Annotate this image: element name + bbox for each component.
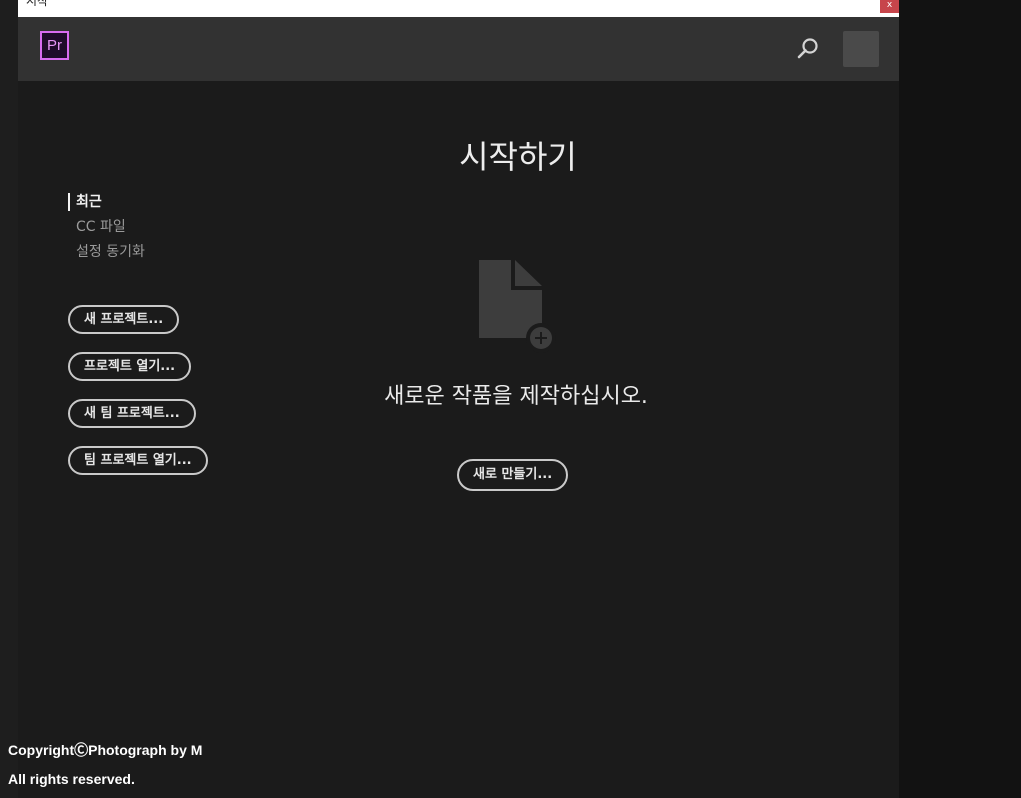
sidebar-item-sync-settings[interactable]: 설정 동기화 (68, 243, 145, 268)
search-icon[interactable] (794, 35, 822, 63)
premiere-logo: Pr (40, 31, 69, 60)
desktop-left-strip (0, 0, 18, 798)
close-button[interactable]: x (880, 0, 899, 13)
copyright-line: CopyrightⒸPhotograph by M (8, 742, 203, 758)
rights-line: All rights reserved. (8, 771, 135, 787)
sidebar-nav: 최근 CC 파일 설정 동기화 (68, 193, 145, 268)
sidebar-item-recent[interactable]: 최근 (68, 193, 145, 218)
new-project-button[interactable]: 새 프로젝트... (68, 305, 180, 334)
new-team-project-button[interactable]: 새 팀 프로젝트... (68, 399, 196, 428)
sidebar-item-cc-files[interactable]: CC 파일 (68, 218, 145, 243)
empty-state-message: 새로운 작품을 제작하십시오. (384, 384, 648, 409)
avatar[interactable] (843, 31, 879, 67)
open-team-project-button[interactable]: 팀 프로젝트 열기... (68, 446, 208, 475)
open-project-button[interactable]: 프로젝트 열기... (68, 352, 192, 381)
page-title: 시작하기 (459, 138, 577, 176)
start-window: 시작 x Pr 시작하기 최근 CC 파일 설정 동기화 새 프로젝트... 프… (18, 0, 899, 798)
desktop-right-area (899, 0, 1021, 798)
create-new-button[interactable]: 새로 만들기... (457, 459, 569, 491)
title-bar: 시작 x (18, 0, 899, 17)
copyright-watermark: CopyrightⒸPhotograph by M All rights res… (8, 736, 202, 794)
window-title: 시작 (26, 0, 49, 8)
app-header: Pr (18, 17, 899, 81)
new-file-icon (477, 258, 557, 354)
